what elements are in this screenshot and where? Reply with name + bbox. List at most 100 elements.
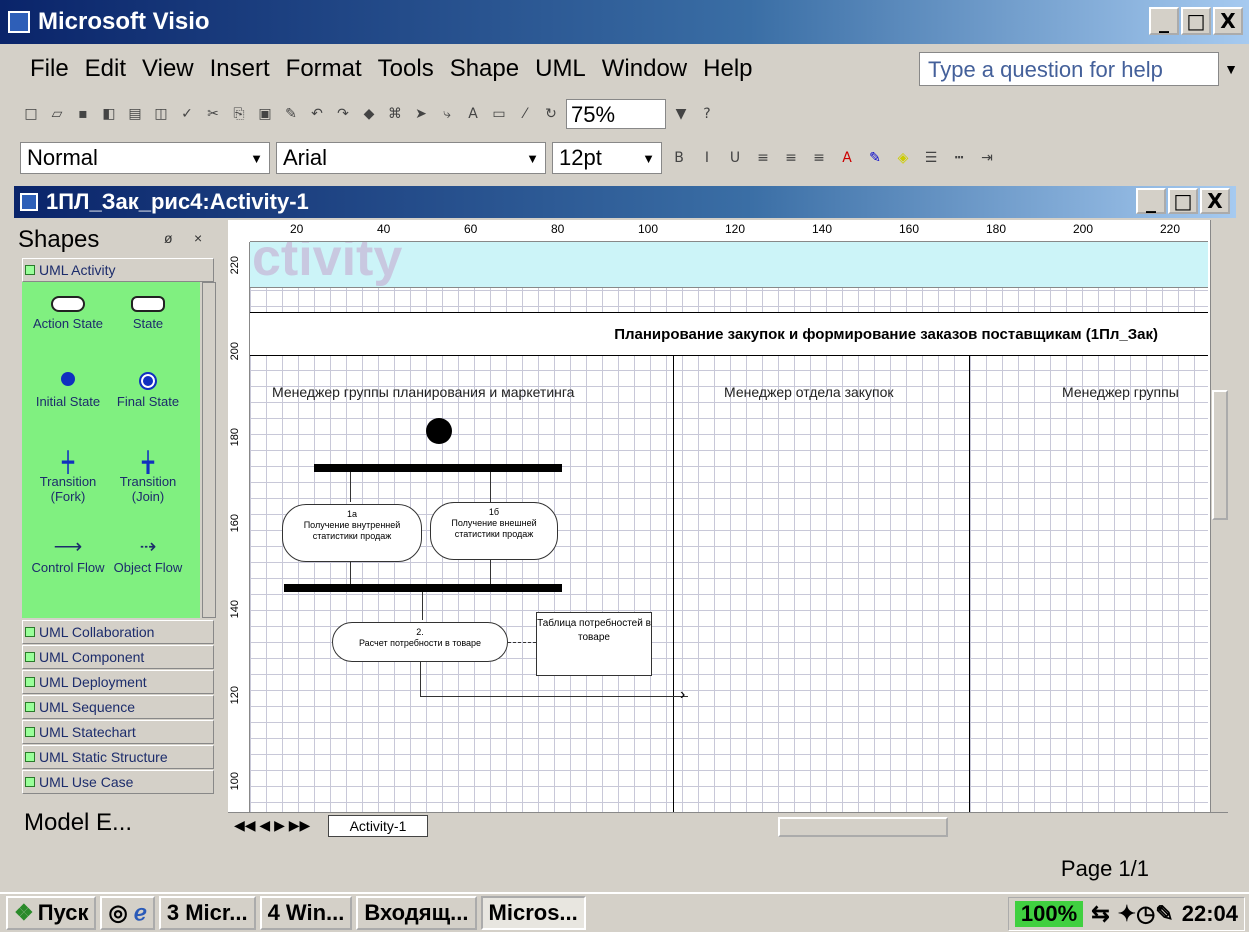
initial-state-node[interactable] [426,418,452,444]
shapes-icon[interactable]: ◆ [358,103,380,125]
print-preview-icon[interactable]: ◫ [150,103,172,125]
task-visio[interactable]: Micros... [480,896,586,930]
task-inbox[interactable]: Входящ... [356,896,477,930]
tab-activity-1[interactable]: Activity-1 [328,815,428,837]
format-painter-icon[interactable]: ✎ [280,103,302,125]
shape-fork[interactable]: ┿ Transition (Fork) [28,450,108,504]
line-tool-icon[interactable]: ⁄ [514,103,536,125]
menu-insert[interactable]: Insert [210,55,270,83]
italic-icon[interactable]: I [696,147,718,169]
activity-2[interactable]: 2. Расчет потребности в товаре [332,622,508,662]
join-bar[interactable] [284,584,562,592]
close-button[interactable]: X [1213,7,1243,35]
menu-tools[interactable]: Tools [378,55,434,83]
shape-initial-state[interactable]: Initial State [28,372,108,409]
swimlane-purchasing[interactable] [674,356,970,812]
canvas-vertical-scrollbar[interactable] [1210,220,1228,812]
connector-tool-icon[interactable]: ⤷ [436,103,458,125]
fill-color-icon[interactable]: ◈ [892,147,914,169]
menu-shape[interactable]: Shape [450,55,519,83]
redo-icon[interactable]: ↷ [332,103,354,125]
menu-edit[interactable]: Edit [85,55,126,83]
menu-uml[interactable]: UML [535,55,586,83]
stencil-uml-component[interactable]: UML Component [22,645,214,669]
object-requirements-table[interactable]: Таблица потребностей в товаре [536,612,652,676]
doc-maximize-button[interactable]: □ [1168,188,1198,214]
open-icon[interactable]: ▱ [46,103,68,125]
shape-state[interactable]: State [108,296,188,331]
zoom-dropdown-icon[interactable]: ▼ [670,103,692,125]
stencil-uml-static-structure[interactable]: UML Static Structure [22,745,214,769]
underline-icon[interactable]: U [724,147,746,169]
stencil-uml-statechart[interactable]: UML Statechart [22,720,214,744]
font-color-icon[interactable]: A [836,147,858,169]
size-select[interactable]: 12pt ▼ [552,142,662,174]
task-windows[interactable]: 4 Win... [259,896,353,930]
stencil-uml-deployment[interactable]: UML Deployment [22,670,214,694]
cut-icon[interactable]: ✂ [202,103,224,125]
pool-title[interactable]: Планирование закупок и формирование зака… [250,312,1208,356]
stencil-uml-collaboration[interactable]: UML Collaboration [22,620,214,644]
model-explorer-header[interactable]: Model E... [14,806,219,840]
stencil-uml-activity[interactable]: UML Activity [22,258,214,282]
line-weight-icon[interactable]: ☰ [920,147,942,169]
stencil-uml-use-case[interactable]: UML Use Case [22,770,214,794]
bold-icon[interactable]: B [668,147,690,169]
copy-icon[interactable]: ⎘ [228,103,250,125]
menu-view[interactable]: View [142,55,194,83]
pointer-icon[interactable]: ➤ [410,103,432,125]
minimize-button[interactable]: _ [1149,7,1179,35]
zoom-field[interactable]: 75% [566,99,666,129]
quicklaunch-icons[interactable]: ◎ ℯ [100,896,155,930]
keyboard-indicator[interactable]: 100% [1014,901,1084,927]
start-button[interactable]: ❖ Пуск [6,896,97,930]
stencil-uml-sequence[interactable]: UML Sequence [22,695,214,719]
doc-minimize-button[interactable]: _ [1136,188,1166,214]
pin-icon[interactable]: ø [164,230,173,246]
text-tool-icon[interactable]: A [462,103,484,125]
help-icon[interactable]: ? [696,103,718,125]
activity-1b[interactable]: 1б Получение внешней статистики продаж [430,502,558,560]
spelling-icon[interactable]: ✓ [176,103,198,125]
menu-help[interactable]: Help [703,55,752,83]
paste-icon[interactable]: ▣ [254,103,276,125]
connector-icon[interactable]: ⌘ [384,103,406,125]
shapes-scrollbar[interactable] [202,282,216,618]
maximize-button[interactable]: □ [1181,7,1211,35]
rotate-icon[interactable]: ↻ [540,103,562,125]
fork-bar[interactable] [314,464,562,472]
permission-icon[interactable]: ◧ [98,103,120,125]
line-ends-icon[interactable]: ⇥ [976,147,998,169]
doc-close-button[interactable]: X [1200,188,1230,214]
shape-control-flow[interactable]: ⟶ Control Flow [28,534,108,575]
shape-join[interactable]: ╈ Transition (Join) [108,450,188,504]
print-icon[interactable]: ▤ [124,103,146,125]
rectangle-tool-icon[interactable]: ▭ [488,103,510,125]
menu-file[interactable]: File [30,55,69,83]
diagram-page[interactable]: ctivity Планирование закупок и формирова… [250,242,1208,812]
activity-1a[interactable]: 1а Получение внутренней статистики продаж [282,504,422,562]
network-icon[interactable]: ⇆ [1091,901,1109,927]
line-color-icon[interactable]: ✎ [864,147,886,169]
help-dropdown-icon[interactable]: ▼ [1221,52,1241,86]
horizontal-scrollbar-thumb[interactable] [778,817,948,837]
close-icon[interactable]: × [194,230,202,246]
shape-final-state[interactable]: Final State [108,372,188,409]
menu-window[interactable]: Window [602,55,687,83]
save-icon[interactable]: ▪ [72,103,94,125]
shape-object-flow[interactable]: ⇢ Object Flow [108,534,188,575]
new-icon[interactable]: □ [20,103,42,125]
undo-icon[interactable]: ↶ [306,103,328,125]
task-word[interactable]: 3 Micr... [158,896,256,930]
align-right-icon[interactable]: ≡ [808,147,830,169]
font-select[interactable]: Arial ▼ [276,142,546,174]
page-nav-icons[interactable]: ◀◀ ◀ ▶ ▶▶ [234,817,310,834]
help-search-input[interactable]: Type a question for help [919,52,1219,86]
tray-icons[interactable]: ✦◷✎ [1118,901,1174,927]
shape-action-state[interactable]: Action State [28,296,108,331]
align-left-icon[interactable]: ≡ [752,147,774,169]
menu-format[interactable]: Format [286,55,362,83]
scrollbar-thumb[interactable] [1212,390,1228,520]
align-center-icon[interactable]: ≡ [780,147,802,169]
line-pattern-icon[interactable]: ┅ [948,147,970,169]
